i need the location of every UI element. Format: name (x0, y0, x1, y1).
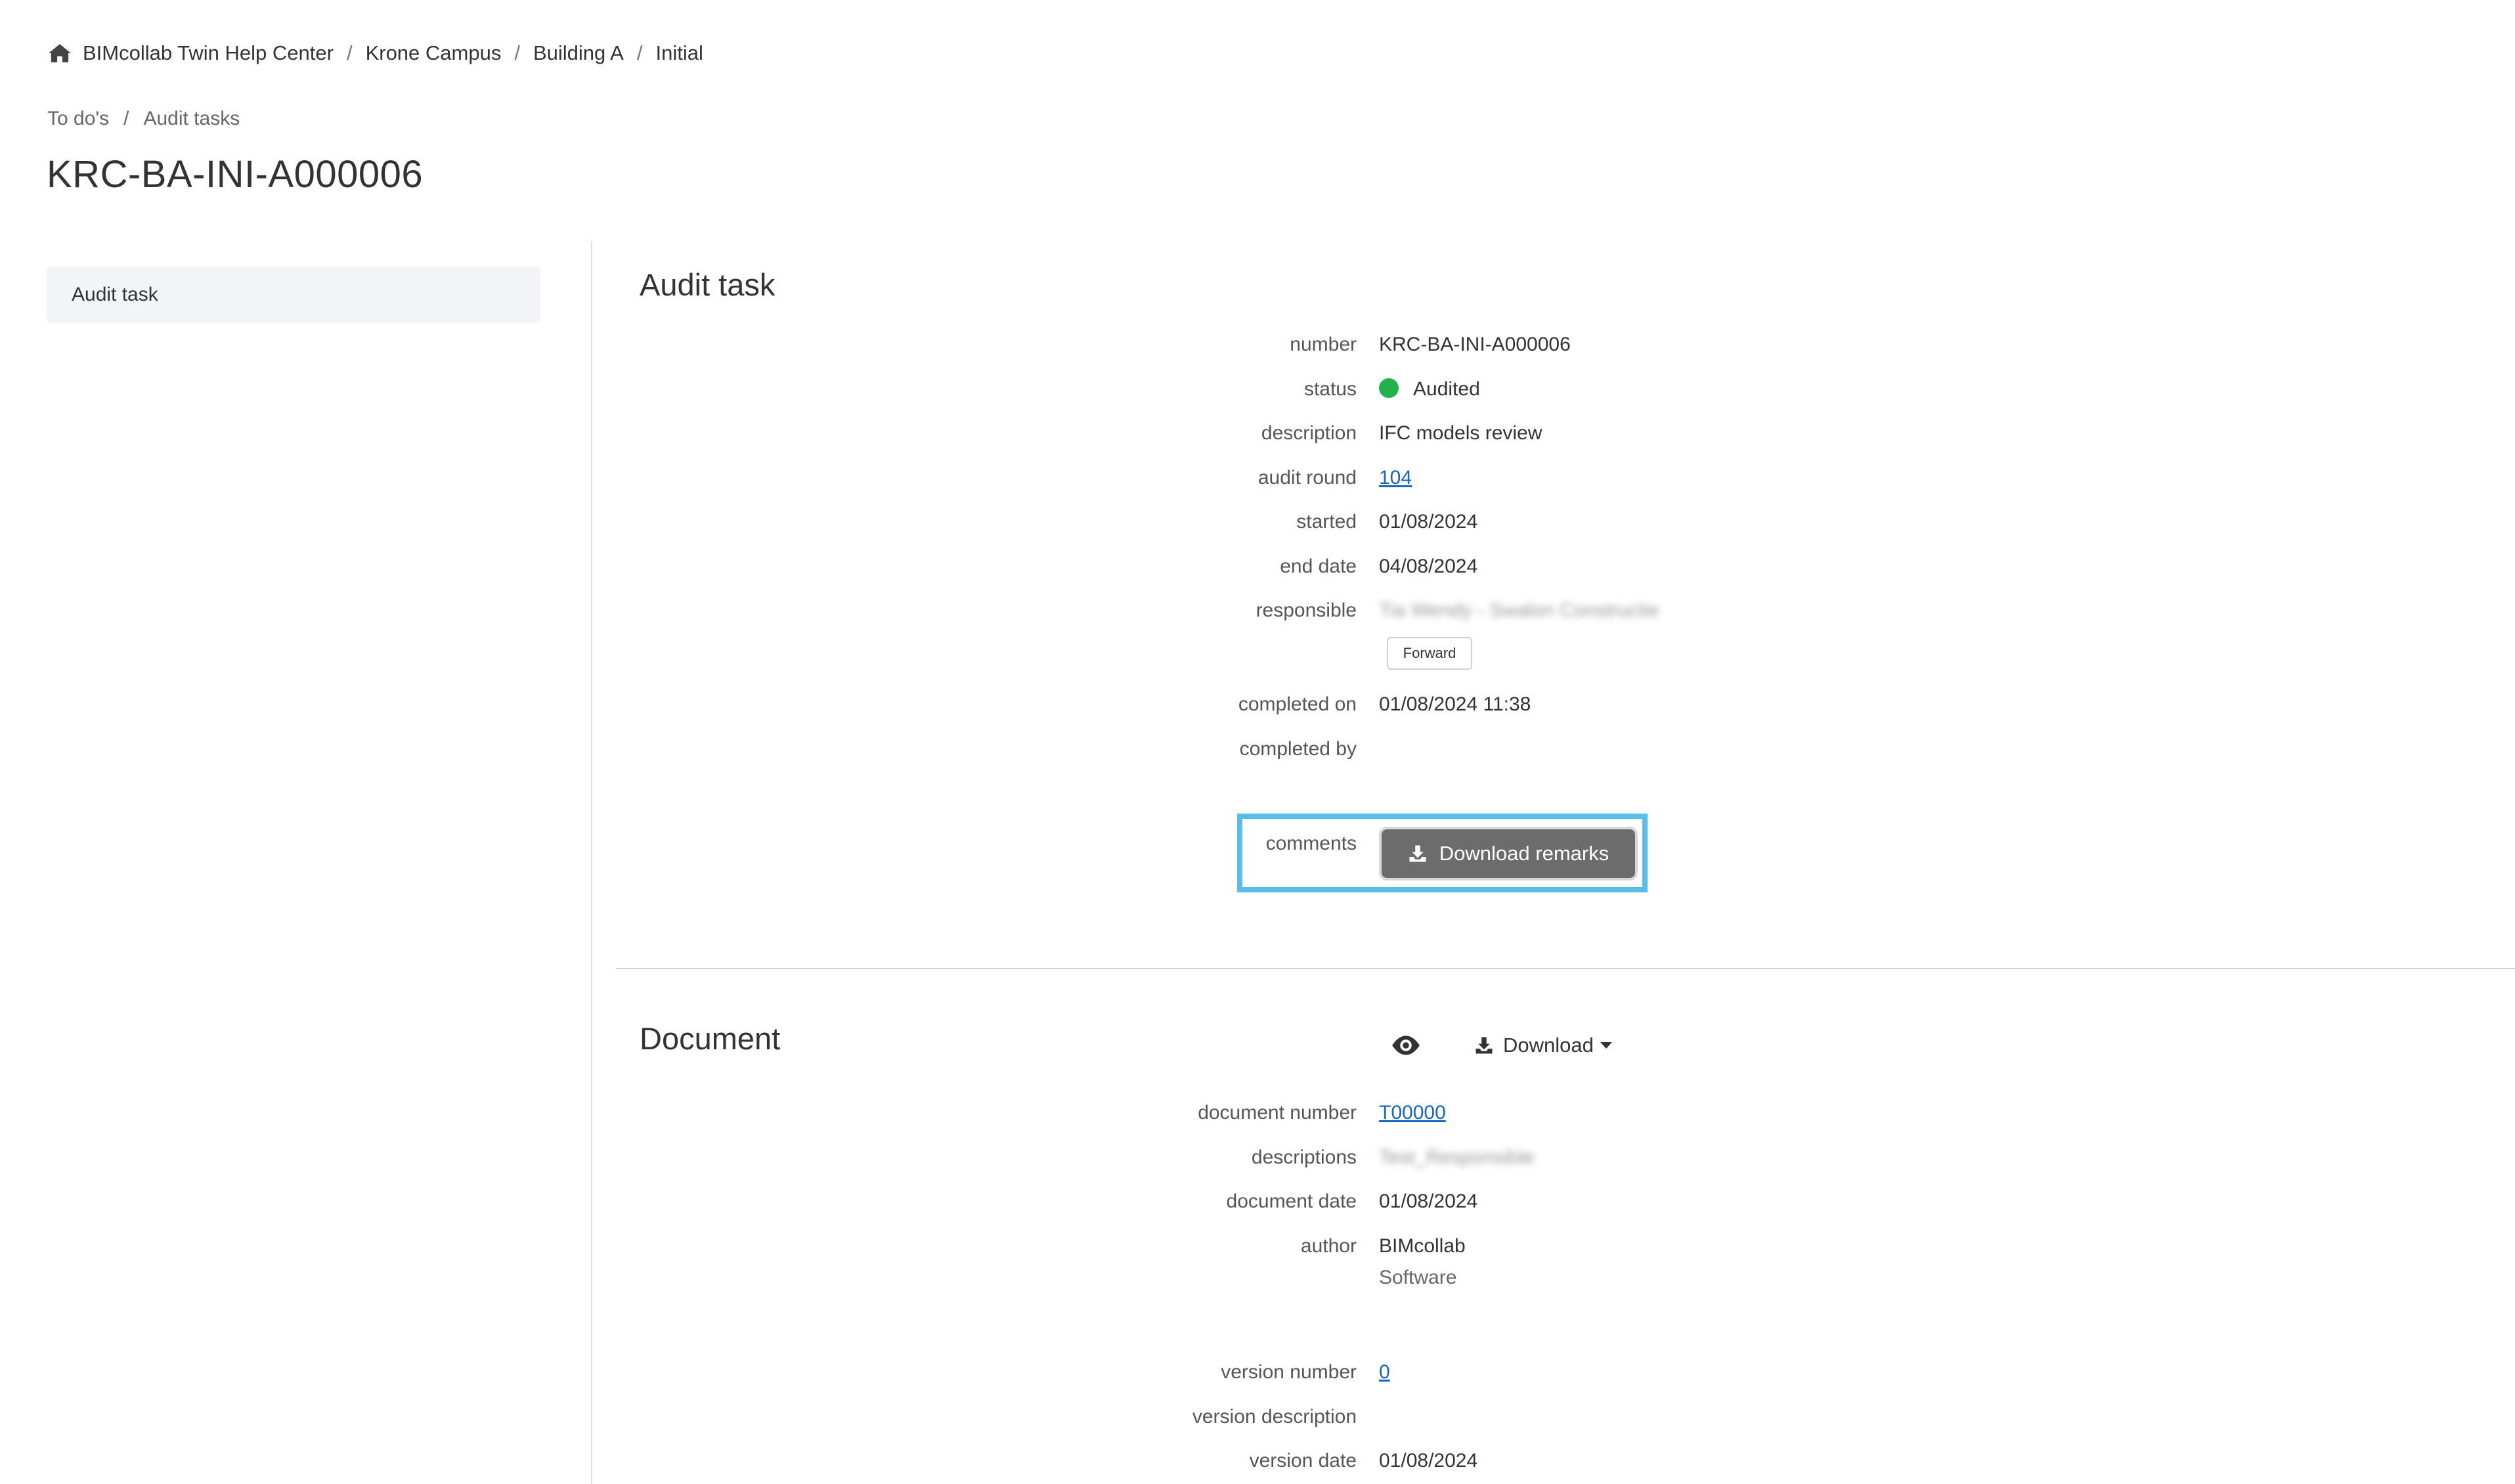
author-value-secondary: Software (1379, 1267, 1457, 1288)
breadcrumb: BIMcollab Twin Help Center / Krone Campu… (47, 38, 703, 68)
sidebar-item-audit-task[interactable]: Audit task (47, 267, 540, 323)
completed-on-value: 01/08/2024 11:38 (1379, 693, 1531, 715)
sub-breadcrumb-audit-tasks[interactable]: Audit tasks (143, 108, 240, 130)
document-date-label: document date (1226, 1190, 1357, 1212)
end-date-value: 04/08/2024 (1379, 556, 1478, 577)
status-indicator-icon (1379, 378, 1399, 399)
download-icon (1409, 845, 1426, 862)
responsible-label: responsible (1256, 600, 1357, 621)
document-number-link[interactable]: T00000 (1379, 1102, 1446, 1124)
audit-round-link[interactable]: 104 (1379, 467, 1412, 489)
author-value: BIMcollab (1379, 1235, 1466, 1257)
responsible-value: Tia Wendy - Swalon Constructie (1379, 600, 1659, 621)
version-number-link[interactable]: 0 (1379, 1361, 1390, 1383)
download-remarks-label: Download remarks (1439, 842, 1609, 865)
version-date-value: 01/08/2024 (1379, 1450, 1478, 1472)
end-date-label: end date (1280, 556, 1357, 577)
status-text: Audited (1413, 378, 1480, 400)
document-download-dropdown[interactable]: Download (1474, 1028, 1612, 1062)
version-number-value: 0 (1379, 1361, 1390, 1384)
number-value: KRC-BA-INI-A000006 (1379, 334, 1571, 355)
breadcrumb-item-phase[interactable]: Initial (655, 41, 703, 65)
descriptions-label: descriptions (1251, 1146, 1357, 1168)
completed-by-label: completed by (1239, 738, 1357, 760)
page-title: KRC-BA-INI-A000006 (47, 153, 424, 196)
descriptions-value: Test_Responsible (1379, 1146, 1535, 1168)
eye-icon[interactable] (1389, 1032, 1422, 1058)
audit-round-label: audit round (1258, 467, 1357, 489)
status-label: status (1303, 378, 1357, 400)
sidebar-item-label: Audit task (72, 284, 158, 305)
sub-breadcrumb: To do's / Audit tasks (47, 108, 240, 130)
audit-task-section-title: Audit task (640, 267, 776, 302)
breadcrumb-item-building[interactable]: Building A (533, 41, 624, 65)
document-number-value: T00000 (1379, 1102, 1446, 1124)
home-icon[interactable] (47, 42, 72, 64)
description-label: description (1261, 422, 1357, 444)
document-section-title: Document (640, 1021, 781, 1056)
version-description-label: version description (1192, 1406, 1357, 1428)
version-date-label: version date (1249, 1450, 1357, 1472)
status-value: Audited (1379, 378, 1480, 401)
started-label: started (1296, 511, 1357, 533)
forward-button[interactable]: Forward (1387, 637, 1472, 670)
caret-down-icon (1600, 1042, 1612, 1049)
document-date-value: 01/08/2024 (1379, 1190, 1478, 1212)
breadcrumb-separator: / (636, 41, 643, 64)
sub-breadcrumb-todos[interactable]: To do's (47, 108, 109, 130)
breadcrumb-separator: / (123, 108, 129, 129)
sidebar-divider (591, 241, 592, 1484)
started-value: 01/08/2024 (1379, 511, 1478, 533)
number-label: number (1290, 334, 1357, 355)
download-icon (1476, 1037, 1493, 1054)
breadcrumb-item-help-center[interactable]: BIMcollab Twin Help Center (83, 41, 334, 65)
download-remarks-button[interactable]: Download remarks (1379, 827, 1638, 881)
download-label: Download (1503, 1034, 1594, 1057)
section-divider (616, 968, 2515, 969)
comments-label: comments (1265, 833, 1357, 854)
completed-on-label: completed on (1238, 693, 1357, 715)
audit-round-value: 104 (1379, 467, 1412, 489)
breadcrumb-separator: / (346, 41, 353, 64)
breadcrumb-item-campus[interactable]: Krone Campus (366, 41, 502, 65)
version-number-label: version number (1221, 1361, 1357, 1383)
breadcrumb-separator: / (514, 41, 520, 64)
document-number-label: document number (1198, 1102, 1357, 1124)
description-value: IFC models review (1379, 422, 1542, 444)
author-label: author (1300, 1235, 1357, 1257)
